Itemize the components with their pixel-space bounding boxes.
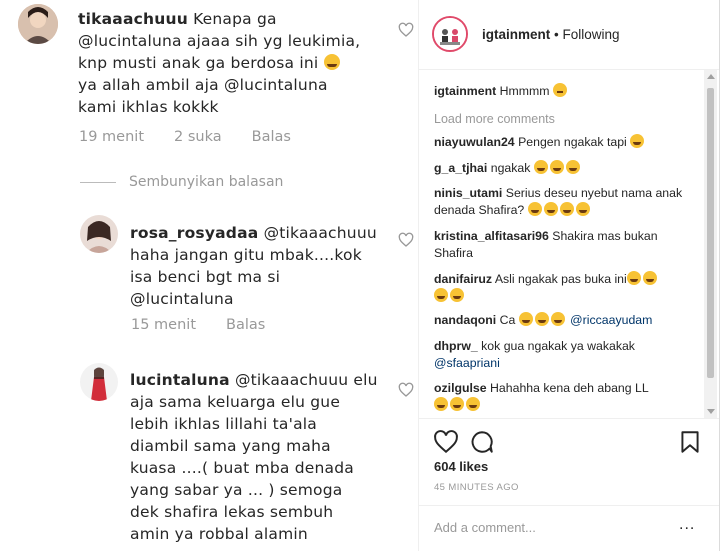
laughing-emoji-icon (565, 160, 580, 174)
post-author: igtainment • Following (482, 27, 620, 42)
avatar-lucintaluna[interactable] (80, 363, 118, 401)
post-actions: 604 likes 45 MINUTES AGO Add a comment..… (419, 418, 719, 551)
laughing-emoji-icon (550, 312, 565, 326)
bookmark-icon[interactable] (677, 429, 703, 455)
laughing-emoji-icon (543, 202, 558, 216)
likes-count[interactable]: 604 likes (434, 459, 488, 474)
heart-icon[interactable] (398, 382, 414, 398)
laughing-emoji-icon (575, 202, 590, 216)
comment-lucintaluna: lucintaluna @tikaaachuuu elu aja sama ke… (130, 371, 378, 543)
comment-list: igtainment Hmmmm Load more comments niay… (434, 80, 702, 415)
heart-icon[interactable] (433, 429, 459, 455)
laughing-emoji-icon (533, 160, 548, 174)
comment-item: kristina_alfitasari96 Shakira mas bukan … (434, 229, 658, 260)
comment-username[interactable]: ninis_utami (434, 186, 502, 200)
more-icon[interactable]: ... (679, 516, 695, 534)
rolling-laughing-emoji-icon (434, 397, 448, 411)
reply-button[interactable]: Balas (226, 317, 265, 333)
comment-thread-panel: tikaaachuuu Kenapa ga @lucintaluna ajaaa… (0, 0, 418, 551)
laughing-emoji-icon (527, 202, 542, 216)
post-header: igtainment • Following (419, 0, 719, 70)
comment-icon[interactable] (469, 429, 495, 455)
laughing-emoji-icon (434, 288, 448, 302)
thinking-emoji-icon (552, 83, 567, 97)
comment-item: dhprw_ kok gua ngakak ya wakakak @sfaapri… (434, 339, 635, 370)
comment-meta: 15 menit Balas (131, 317, 295, 333)
comment-username[interactable]: lucintaluna (130, 371, 230, 389)
comment-username[interactable]: igtainment (434, 84, 496, 98)
comment-username[interactable]: niayuwulan24 (434, 135, 515, 149)
comment-item: ninis_utami Serius deseu nyebut nama ana… (434, 186, 683, 217)
avatar-tikaaachuuu[interactable] (18, 4, 58, 44)
mention-link[interactable]: @sfaapriani (434, 356, 500, 370)
comment-scrollbar[interactable] (704, 70, 717, 418)
reply-button[interactable]: Balas (252, 129, 291, 145)
comment-rosa_rosyadaa: rosa_rosyadaa @tikaaachuuu haha jangan g… (130, 224, 377, 308)
hide-replies-button[interactable]: Sembunyikan balasan (129, 174, 283, 190)
comment-username[interactable]: g_a_tjhai (434, 161, 487, 175)
author-username[interactable]: igtainment (482, 27, 550, 42)
laughing-emoji-icon (518, 312, 533, 326)
crying-emoji-icon (323, 54, 340, 70)
following-button[interactable]: Following (563, 27, 620, 42)
laughing-emoji-icon (549, 160, 564, 174)
heart-icon[interactable] (398, 22, 414, 38)
laughing-emoji-icon (642, 271, 657, 285)
divider (80, 182, 116, 183)
avatar-rosa_rosyadaa[interactable] (80, 215, 118, 253)
scroll-up-arrow-icon[interactable] (707, 74, 715, 79)
caption: igtainment Hmmmm (434, 83, 696, 100)
avatar-igtainment[interactable] (432, 16, 468, 52)
comment-meta: 19 menit 2 suka Balas (79, 129, 321, 145)
comment-likes[interactable]: 2 suka (174, 129, 222, 145)
comment-time: 15 menit (131, 317, 197, 333)
comment-tikaaachuuu: tikaaachuuu Kenapa ga @lucintaluna ajaaa… (78, 10, 361, 116)
comment-item: niayuwulan24 Pengen ngakak tapi (434, 134, 696, 151)
load-more-comments-button[interactable]: Load more comments (434, 111, 555, 128)
comment-item: g_a_tjhai ngakak (434, 160, 696, 177)
mention-link[interactable]: @riccaayudam (570, 313, 652, 327)
rolling-laughing-emoji-icon (450, 397, 464, 411)
comment-username[interactable]: tikaaachuuu (78, 10, 188, 28)
comment-item: nandaqoni Ca @riccaayudam (434, 312, 653, 327)
scroll-down-arrow-icon[interactable] (707, 409, 715, 414)
heart-icon[interactable] (398, 232, 414, 248)
post-timestamp: 45 MINUTES AGO (434, 482, 519, 493)
comment-username[interactable]: nandaqoni (434, 313, 496, 327)
comment-item: danifairuz Asli ngakak pas buka ini (434, 271, 696, 305)
laughing-emoji-icon (559, 202, 574, 216)
laughing-emoji-icon (626, 271, 641, 285)
post-sidebar: igtainment • Following igtainment Hmmmm … (418, 0, 720, 551)
comment-username[interactable]: danifairuz (434, 272, 492, 286)
add-comment-bar[interactable]: Add a comment... ... (419, 505, 719, 551)
comment-username[interactable]: ozilgulse (434, 381, 487, 395)
comment-username[interactable]: dhprw_ (434, 339, 478, 353)
laughing-emoji-icon (534, 312, 549, 326)
comment-time: 19 menit (79, 129, 145, 145)
laughing-emoji-icon (630, 134, 645, 148)
comment-item: ozilgulse Hahahha kena deh abang LL (434, 380, 696, 414)
comment-username[interactable]: rosa_rosyadaa (130, 224, 258, 242)
rolling-laughing-emoji-icon (466, 397, 480, 411)
scroll-thumb[interactable] (707, 88, 714, 378)
comment-username[interactable]: kristina_alfitasari96 (434, 229, 549, 243)
rolling-laughing-emoji-icon (450, 288, 464, 302)
add-comment-input[interactable]: Add a comment... (434, 520, 536, 535)
